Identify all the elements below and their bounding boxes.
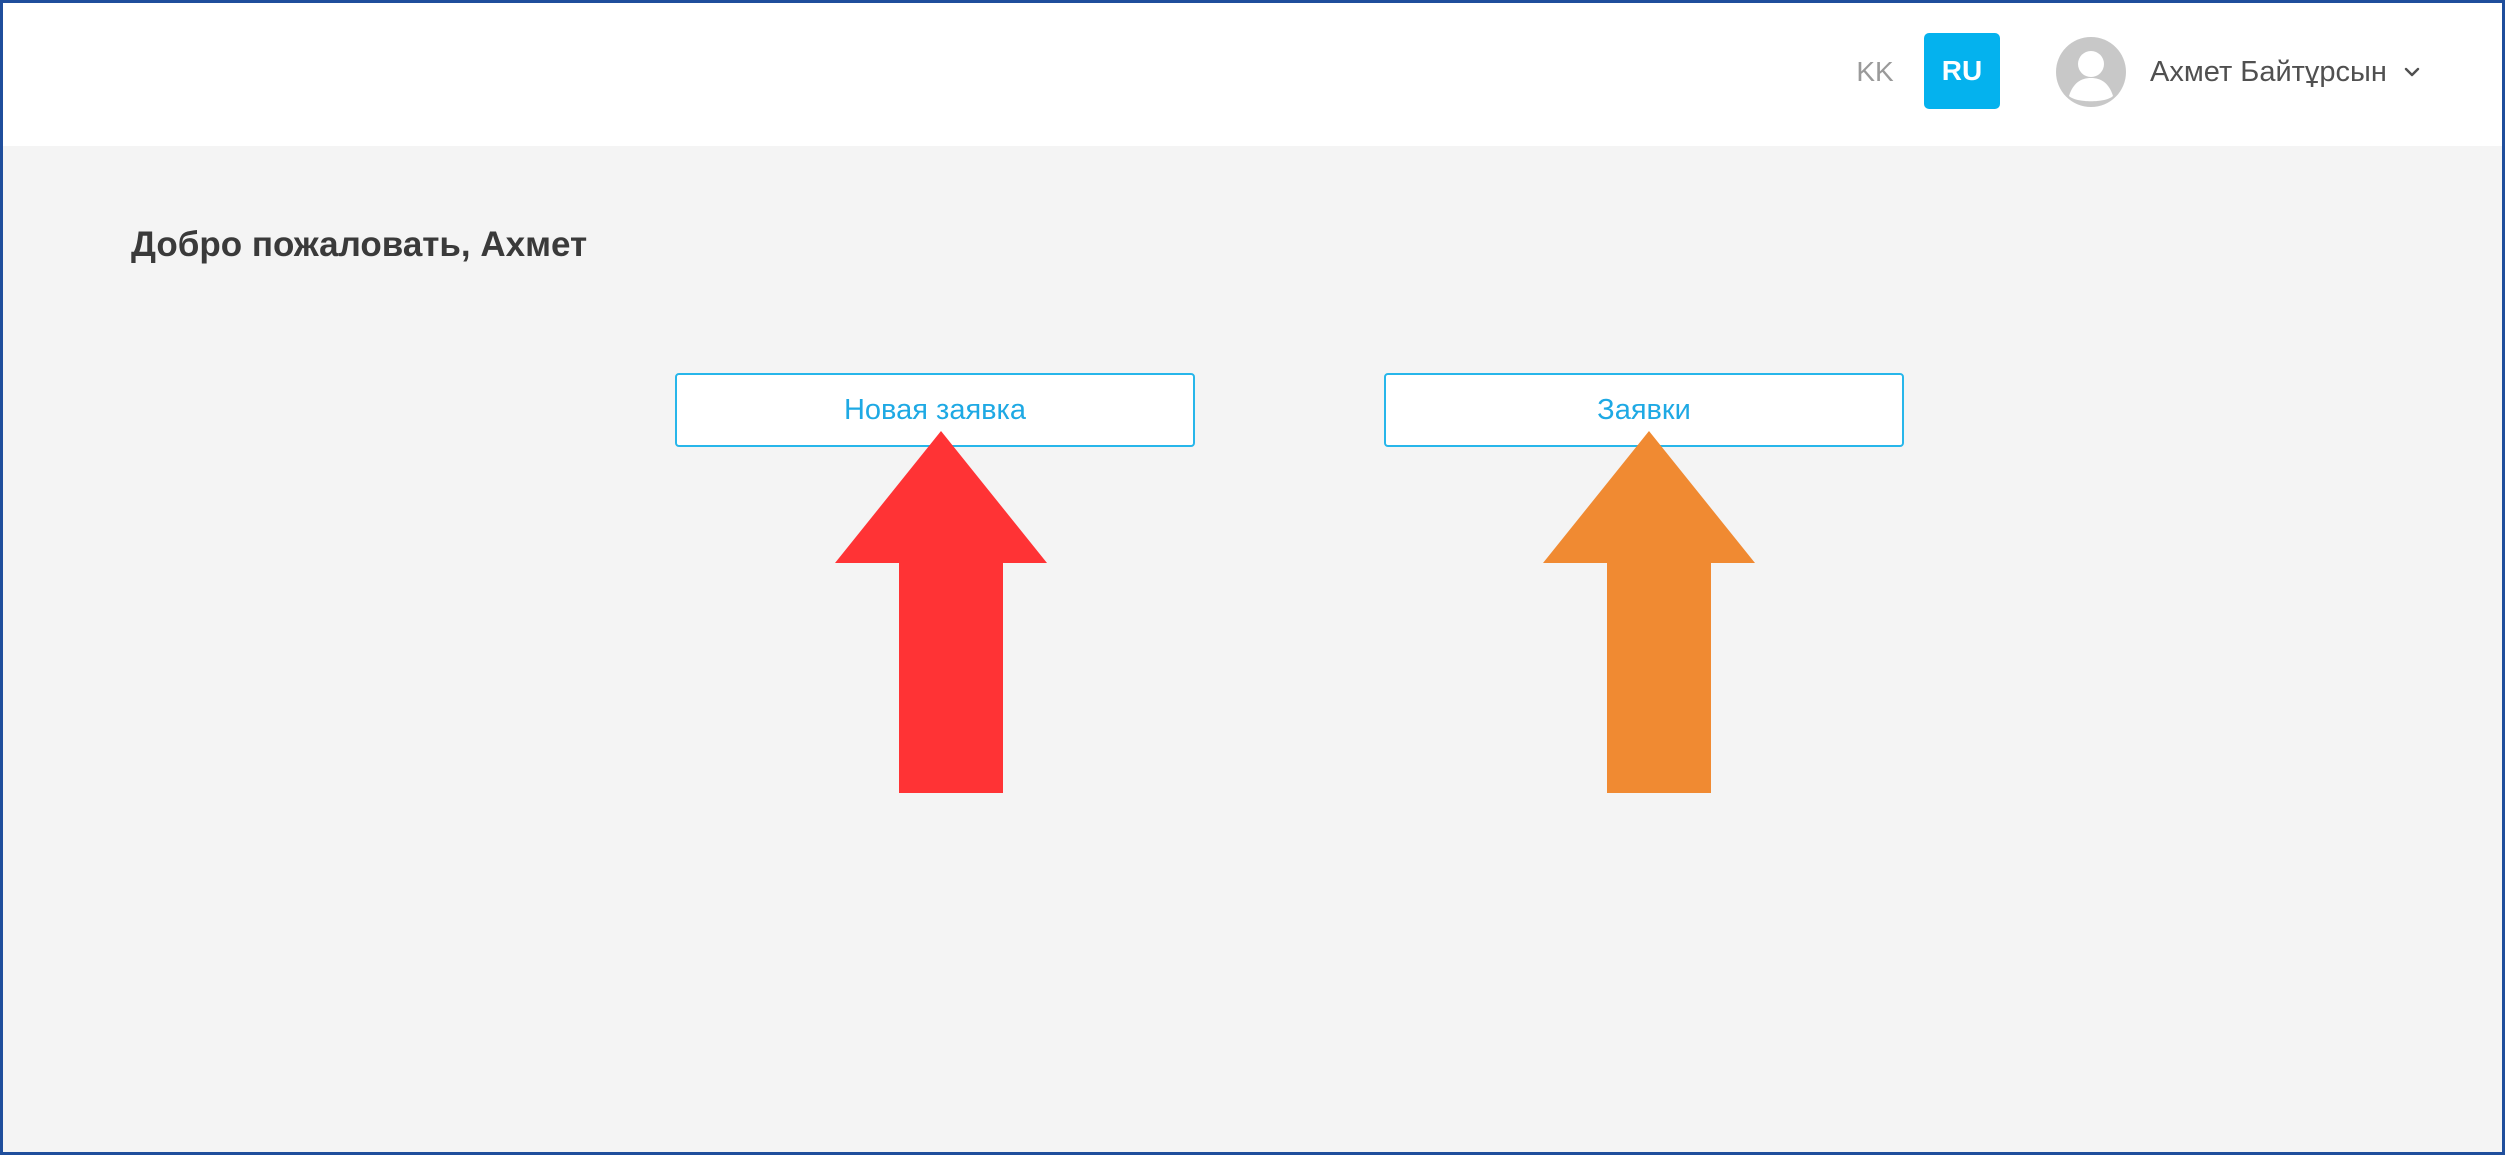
chevron-down-icon[interactable] <box>2403 65 2421 79</box>
top-header: KK RU Ахмет Байтұрсын <box>3 3 2502 146</box>
user-name[interactable]: Ахмет Байтұрсын <box>2150 56 2387 89</box>
arrow-up-icon <box>1543 431 1755 793</box>
arrow-up-icon <box>835 431 1047 793</box>
language-ru-button[interactable]: RU <box>1924 33 2000 109</box>
welcome-heading: Добро пожаловать, Ахмет <box>131 225 588 264</box>
language-kk-button[interactable]: KK <box>1850 51 1900 93</box>
user-avatar-icon[interactable] <box>2056 37 2126 107</box>
user-menu[interactable]: Ахмет Байтұрсын <box>2056 37 2421 107</box>
app-window: KK RU Ахмет Байтұрсын Добро пожаловать, … <box>0 0 2505 1155</box>
